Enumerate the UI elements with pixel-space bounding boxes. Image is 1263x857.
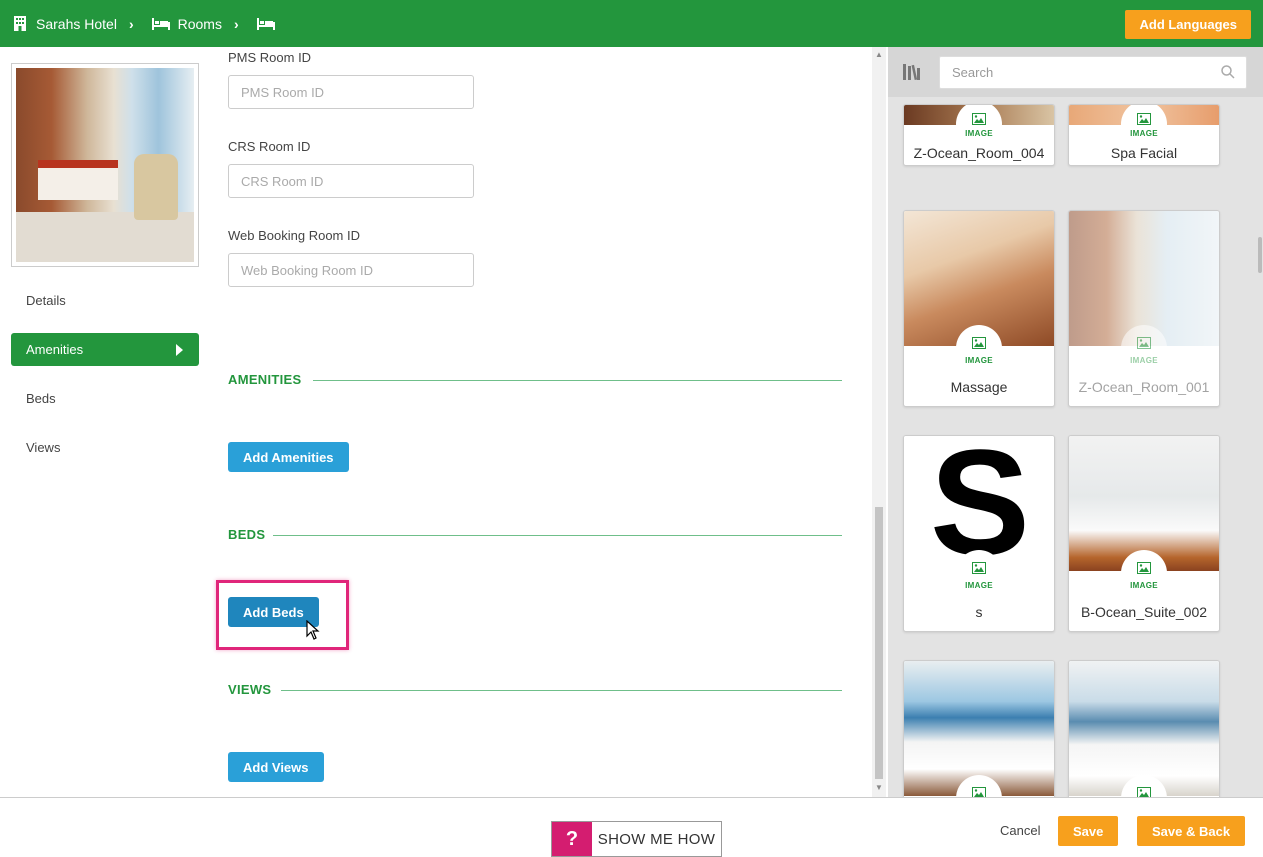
image-badge-label: IMAGE [965, 356, 993, 365]
media-card[interactable] [1068, 660, 1220, 797]
crs-room-id-input[interactable] [228, 164, 474, 198]
scroll-down-icon[interactable]: ▼ [875, 783, 883, 792]
add-amenities-button[interactable]: Add Amenities [228, 442, 349, 472]
bed-icon [256, 17, 275, 30]
save-and-back-button[interactable]: Save & Back [1137, 816, 1246, 846]
media-scrollbar-thumb[interactable] [1258, 237, 1262, 273]
breadcrumb-item-rooms[interactable]: Rooms [178, 16, 222, 32]
media-card[interactable]: IMAGE Massage [903, 210, 1055, 407]
room-thumbnail [11, 63, 199, 267]
sidebar-item-label: Beds [26, 391, 56, 406]
amenities-divider [313, 380, 842, 381]
bed-icon [151, 17, 170, 30]
image-badge-label: IMAGE [1130, 129, 1158, 138]
sidebar-item-amenities[interactable]: Amenities [11, 333, 199, 366]
views-divider [281, 690, 842, 691]
caret-right-icon [176, 343, 183, 356]
media-card[interactable]: IMAGE Z-Ocean_Room_001 [1068, 210, 1220, 407]
sidebar-item-label: Details [26, 293, 66, 308]
breadcrumb-item-hotel[interactable]: Sarahs Hotel [36, 16, 117, 32]
add-views-button[interactable]: Add Views [228, 752, 324, 782]
mouse-cursor-icon [306, 619, 320, 645]
media-card-name: B-Ocean_Suite_002 [1080, 604, 1208, 620]
media-card[interactable] [903, 660, 1055, 797]
building-icon [12, 15, 28, 32]
chevron-right-icon: › [233, 15, 239, 32]
footer-bar: ? SHOW ME HOW Cancel Save Save & Back [0, 797, 1263, 857]
image-icon [1137, 337, 1151, 349]
cancel-link[interactable]: Cancel [1000, 823, 1040, 838]
media-card[interactable]: S IMAGE s [903, 435, 1055, 632]
media-panel-header [888, 47, 1263, 97]
breadcrumb: Sarahs Hotel › Rooms › [12, 15, 275, 32]
save-button[interactable]: Save [1058, 816, 1119, 846]
image-icon [972, 113, 986, 125]
chevron-right-icon: › [128, 15, 134, 32]
sidebar-item-label: Views [26, 440, 61, 455]
beds-section-title: BEDS [228, 527, 266, 542]
web-booking-room-id-input[interactable] [228, 253, 474, 287]
media-card-name: s [975, 604, 983, 620]
image-badge-label: IMAGE [1130, 356, 1158, 365]
image-badge-label: IMAGE [965, 581, 993, 590]
image-icon [972, 337, 986, 349]
web-booking-room-id-label: Web Booking Room ID [228, 228, 360, 243]
beds-divider [273, 535, 842, 536]
views-section-title: VIEWS [228, 682, 272, 697]
sidebar-item-views[interactable]: Views [11, 431, 199, 464]
image-icon [1137, 562, 1151, 574]
image-badge-label: IMAGE [965, 129, 993, 138]
media-card[interactable]: IMAGE Z-Ocean_Room_004 [903, 104, 1055, 166]
image-icon [972, 562, 986, 574]
media-card[interactable]: IMAGE Spa Facial [1068, 104, 1220, 166]
image-icon [1137, 787, 1151, 797]
sidebar-item-details[interactable]: Details [11, 284, 199, 317]
room-photo [16, 68, 194, 262]
media-card-name: Z-Ocean_Room_001 [1078, 379, 1210, 395]
crs-room-id-label: CRS Room ID [228, 139, 311, 154]
search-icon[interactable] [1221, 65, 1235, 84]
sidebar-item-label: Amenities [26, 342, 84, 357]
media-card-name: Spa Facial [1110, 145, 1178, 161]
pms-room-id-label: PMS Room ID [228, 50, 312, 65]
scrollbar-thumb[interactable] [875, 507, 883, 779]
sidebar-nav: Details Amenities Beds Views [11, 284, 199, 480]
library-icon[interactable] [902, 62, 922, 87]
media-library-panel: IMAGE Z-Ocean_Room_004 IMAGE Spa Facial … [888, 47, 1263, 797]
help-question-icon: ? [552, 822, 592, 856]
image-icon [972, 787, 986, 797]
show-me-how-label: SHOW ME HOW [597, 830, 716, 848]
image-icon [1137, 113, 1151, 125]
image-badge [956, 105, 1002, 147]
add-languages-button[interactable]: Add Languages [1125, 10, 1251, 39]
top-bar: Sarahs Hotel › Rooms › Add Languages [0, 0, 1263, 47]
image-badge [1121, 105, 1167, 147]
scroll-up-icon[interactable]: ▲ [875, 50, 883, 59]
show-me-how-button[interactable]: ? SHOW ME HOW [551, 821, 722, 857]
media-card[interactable]: IMAGE B-Ocean_Suite_002 [1068, 435, 1220, 632]
amenities-section-title: AMENITIES [228, 372, 302, 387]
pms-room-id-input[interactable] [228, 75, 474, 109]
image-badge-label: IMAGE [1130, 581, 1158, 590]
main-form: PMS Room ID CRS Room ID Web Booking Room… [216, 47, 848, 797]
media-card-name: Massage [950, 379, 1008, 395]
sidebar-item-beds[interactable]: Beds [11, 382, 199, 415]
main-scrollbar[interactable]: ▲ ▼ [872, 47, 886, 797]
media-card-name: Z-Ocean_Room_004 [913, 145, 1045, 161]
media-search-input[interactable] [939, 56, 1247, 89]
